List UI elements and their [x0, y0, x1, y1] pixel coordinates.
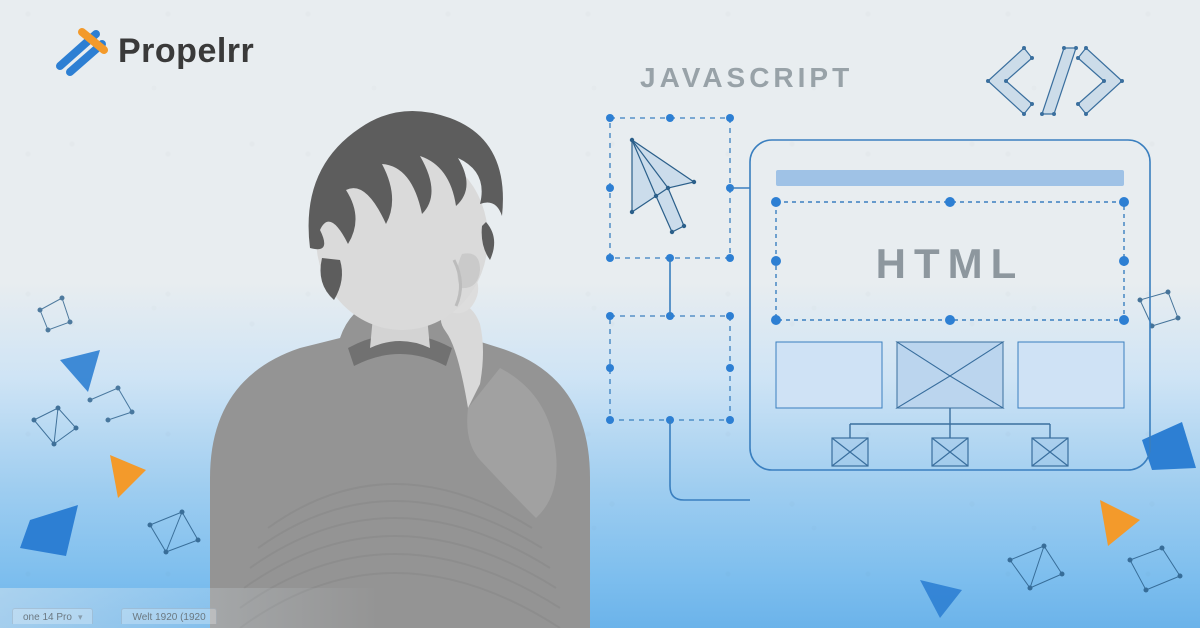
- viewport-label: Welt 1920 (1920: [132, 612, 205, 623]
- html-label: HTML: [876, 240, 1025, 287]
- viewport-tab[interactable]: Welt 1920 (1920: [121, 608, 216, 624]
- chevron-down-icon: ▾: [78, 612, 83, 623]
- device-label: one 14 Pro: [23, 612, 72, 623]
- devtools-footer: one 14 Pro ▾ Welt 1920 (1920: [0, 588, 380, 628]
- wireframe-diagram: HTML: [600, 80, 1160, 520]
- cursor-icon: [630, 138, 696, 234]
- person-illustration: [150, 48, 630, 628]
- device-tab[interactable]: one 14 Pro ▾: [12, 608, 93, 624]
- brand-logo-mark: [54, 24, 108, 78]
